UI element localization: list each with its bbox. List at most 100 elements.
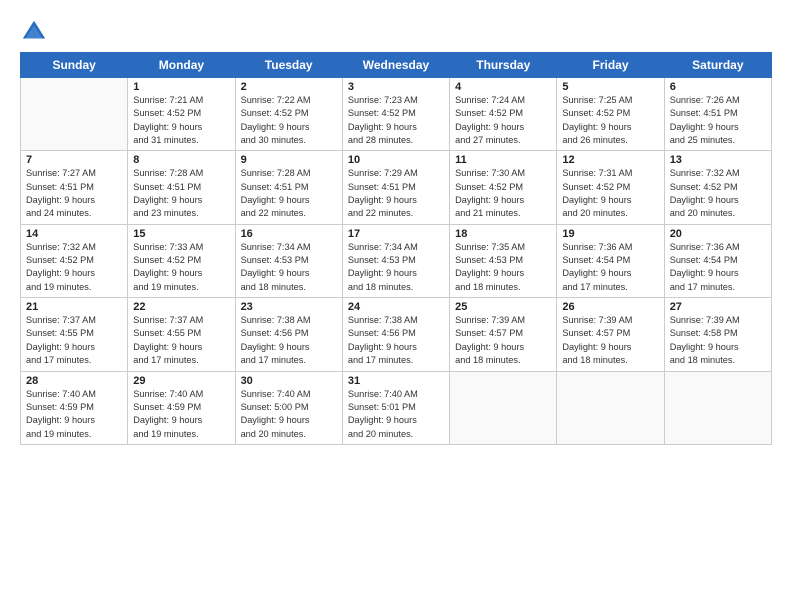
day-number: 21 — [26, 301, 122, 313]
calendar-day-cell — [664, 371, 771, 444]
day-info: Sunrise: 7:21 AMSunset: 4:52 PMDaylight:… — [133, 94, 229, 147]
calendar: SundayMondayTuesdayWednesdayThursdayFrid… — [20, 52, 772, 445]
day-number: 16 — [241, 228, 337, 240]
header — [20, 18, 772, 46]
calendar-day-cell: 14Sunrise: 7:32 AMSunset: 4:52 PMDayligh… — [21, 224, 128, 297]
day-info: Sunrise: 7:40 AMSunset: 5:00 PMDaylight:… — [241, 388, 337, 441]
day-info: Sunrise: 7:25 AMSunset: 4:52 PMDaylight:… — [562, 94, 658, 147]
day-info: Sunrise: 7:38 AMSunset: 4:56 PMDaylight:… — [241, 314, 337, 367]
calendar-day-cell: 4Sunrise: 7:24 AMSunset: 4:52 PMDaylight… — [450, 78, 557, 151]
calendar-day-cell: 13Sunrise: 7:32 AMSunset: 4:52 PMDayligh… — [664, 151, 771, 224]
logo-icon — [20, 18, 48, 46]
day-info: Sunrise: 7:34 AMSunset: 4:53 PMDaylight:… — [348, 241, 444, 294]
calendar-day-cell: 3Sunrise: 7:23 AMSunset: 4:52 PMDaylight… — [342, 78, 449, 151]
calendar-day-cell: 17Sunrise: 7:34 AMSunset: 4:53 PMDayligh… — [342, 224, 449, 297]
day-info: Sunrise: 7:37 AMSunset: 4:55 PMDaylight:… — [26, 314, 122, 367]
calendar-day-cell — [21, 78, 128, 151]
calendar-day-cell: 18Sunrise: 7:35 AMSunset: 4:53 PMDayligh… — [450, 224, 557, 297]
day-info: Sunrise: 7:39 AMSunset: 4:57 PMDaylight:… — [455, 314, 551, 367]
day-number: 12 — [562, 154, 658, 166]
weekday-header: Thursday — [450, 53, 557, 78]
calendar-day-cell: 15Sunrise: 7:33 AMSunset: 4:52 PMDayligh… — [128, 224, 235, 297]
weekday-header: Wednesday — [342, 53, 449, 78]
calendar-day-cell: 12Sunrise: 7:31 AMSunset: 4:52 PMDayligh… — [557, 151, 664, 224]
day-number: 25 — [455, 301, 551, 313]
day-number: 2 — [241, 81, 337, 93]
calendar-day-cell: 30Sunrise: 7:40 AMSunset: 5:00 PMDayligh… — [235, 371, 342, 444]
day-number: 6 — [670, 81, 766, 93]
day-number: 17 — [348, 228, 444, 240]
day-info: Sunrise: 7:34 AMSunset: 4:53 PMDaylight:… — [241, 241, 337, 294]
calendar-day-cell: 10Sunrise: 7:29 AMSunset: 4:51 PMDayligh… — [342, 151, 449, 224]
calendar-day-cell — [557, 371, 664, 444]
day-number: 10 — [348, 154, 444, 166]
day-info: Sunrise: 7:28 AMSunset: 4:51 PMDaylight:… — [241, 167, 337, 220]
day-number: 8 — [133, 154, 229, 166]
weekday-header: Saturday — [664, 53, 771, 78]
day-info: Sunrise: 7:30 AMSunset: 4:52 PMDaylight:… — [455, 167, 551, 220]
day-info: Sunrise: 7:27 AMSunset: 4:51 PMDaylight:… — [26, 167, 122, 220]
calendar-day-cell: 5Sunrise: 7:25 AMSunset: 4:52 PMDaylight… — [557, 78, 664, 151]
weekday-header: Sunday — [21, 53, 128, 78]
day-number: 4 — [455, 81, 551, 93]
calendar-day-cell: 1Sunrise: 7:21 AMSunset: 4:52 PMDaylight… — [128, 78, 235, 151]
day-info: Sunrise: 7:22 AMSunset: 4:52 PMDaylight:… — [241, 94, 337, 147]
calendar-day-cell: 22Sunrise: 7:37 AMSunset: 4:55 PMDayligh… — [128, 298, 235, 371]
weekday-header: Tuesday — [235, 53, 342, 78]
day-info: Sunrise: 7:32 AMSunset: 4:52 PMDaylight:… — [670, 167, 766, 220]
calendar-day-cell: 24Sunrise: 7:38 AMSunset: 4:56 PMDayligh… — [342, 298, 449, 371]
day-info: Sunrise: 7:35 AMSunset: 4:53 PMDaylight:… — [455, 241, 551, 294]
day-info: Sunrise: 7:23 AMSunset: 4:52 PMDaylight:… — [348, 94, 444, 147]
day-info: Sunrise: 7:38 AMSunset: 4:56 PMDaylight:… — [348, 314, 444, 367]
day-number: 28 — [26, 375, 122, 387]
calendar-day-cell: 2Sunrise: 7:22 AMSunset: 4:52 PMDaylight… — [235, 78, 342, 151]
logo — [20, 18, 52, 46]
day-number: 31 — [348, 375, 444, 387]
day-info: Sunrise: 7:26 AMSunset: 4:51 PMDaylight:… — [670, 94, 766, 147]
calendar-day-cell: 6Sunrise: 7:26 AMSunset: 4:51 PMDaylight… — [664, 78, 771, 151]
day-number: 22 — [133, 301, 229, 313]
day-number: 11 — [455, 154, 551, 166]
day-info: Sunrise: 7:29 AMSunset: 4:51 PMDaylight:… — [348, 167, 444, 220]
day-info: Sunrise: 7:40 AMSunset: 5:01 PMDaylight:… — [348, 388, 444, 441]
day-info: Sunrise: 7:37 AMSunset: 4:55 PMDaylight:… — [133, 314, 229, 367]
calendar-week-row: 14Sunrise: 7:32 AMSunset: 4:52 PMDayligh… — [21, 224, 772, 297]
day-number: 27 — [670, 301, 766, 313]
day-number: 24 — [348, 301, 444, 313]
calendar-day-cell: 16Sunrise: 7:34 AMSunset: 4:53 PMDayligh… — [235, 224, 342, 297]
calendar-day-cell: 21Sunrise: 7:37 AMSunset: 4:55 PMDayligh… — [21, 298, 128, 371]
calendar-day-cell: 27Sunrise: 7:39 AMSunset: 4:58 PMDayligh… — [664, 298, 771, 371]
calendar-day-cell: 8Sunrise: 7:28 AMSunset: 4:51 PMDaylight… — [128, 151, 235, 224]
day-number: 7 — [26, 154, 122, 166]
day-number: 29 — [133, 375, 229, 387]
day-number: 5 — [562, 81, 658, 93]
day-number: 30 — [241, 375, 337, 387]
day-number: 3 — [348, 81, 444, 93]
calendar-day-cell: 20Sunrise: 7:36 AMSunset: 4:54 PMDayligh… — [664, 224, 771, 297]
day-info: Sunrise: 7:39 AMSunset: 4:58 PMDaylight:… — [670, 314, 766, 367]
calendar-day-cell: 19Sunrise: 7:36 AMSunset: 4:54 PMDayligh… — [557, 224, 664, 297]
calendar-day-cell: 28Sunrise: 7:40 AMSunset: 4:59 PMDayligh… — [21, 371, 128, 444]
calendar-header-row: SundayMondayTuesdayWednesdayThursdayFrid… — [21, 53, 772, 78]
weekday-header: Friday — [557, 53, 664, 78]
calendar-day-cell: 26Sunrise: 7:39 AMSunset: 4:57 PMDayligh… — [557, 298, 664, 371]
day-info: Sunrise: 7:40 AMSunset: 4:59 PMDaylight:… — [26, 388, 122, 441]
day-info: Sunrise: 7:33 AMSunset: 4:52 PMDaylight:… — [133, 241, 229, 294]
day-number: 23 — [241, 301, 337, 313]
day-number: 1 — [133, 81, 229, 93]
day-info: Sunrise: 7:31 AMSunset: 4:52 PMDaylight:… — [562, 167, 658, 220]
day-info: Sunrise: 7:24 AMSunset: 4:52 PMDaylight:… — [455, 94, 551, 147]
calendar-day-cell — [450, 371, 557, 444]
day-number: 26 — [562, 301, 658, 313]
calendar-day-cell: 29Sunrise: 7:40 AMSunset: 4:59 PMDayligh… — [128, 371, 235, 444]
calendar-day-cell: 9Sunrise: 7:28 AMSunset: 4:51 PMDaylight… — [235, 151, 342, 224]
day-number: 19 — [562, 228, 658, 240]
day-number: 14 — [26, 228, 122, 240]
day-info: Sunrise: 7:40 AMSunset: 4:59 PMDaylight:… — [133, 388, 229, 441]
calendar-day-cell: 11Sunrise: 7:30 AMSunset: 4:52 PMDayligh… — [450, 151, 557, 224]
day-number: 18 — [455, 228, 551, 240]
calendar-day-cell: 31Sunrise: 7:40 AMSunset: 5:01 PMDayligh… — [342, 371, 449, 444]
day-number: 9 — [241, 154, 337, 166]
calendar-week-row: 7Sunrise: 7:27 AMSunset: 4:51 PMDaylight… — [21, 151, 772, 224]
calendar-week-row: 21Sunrise: 7:37 AMSunset: 4:55 PMDayligh… — [21, 298, 772, 371]
